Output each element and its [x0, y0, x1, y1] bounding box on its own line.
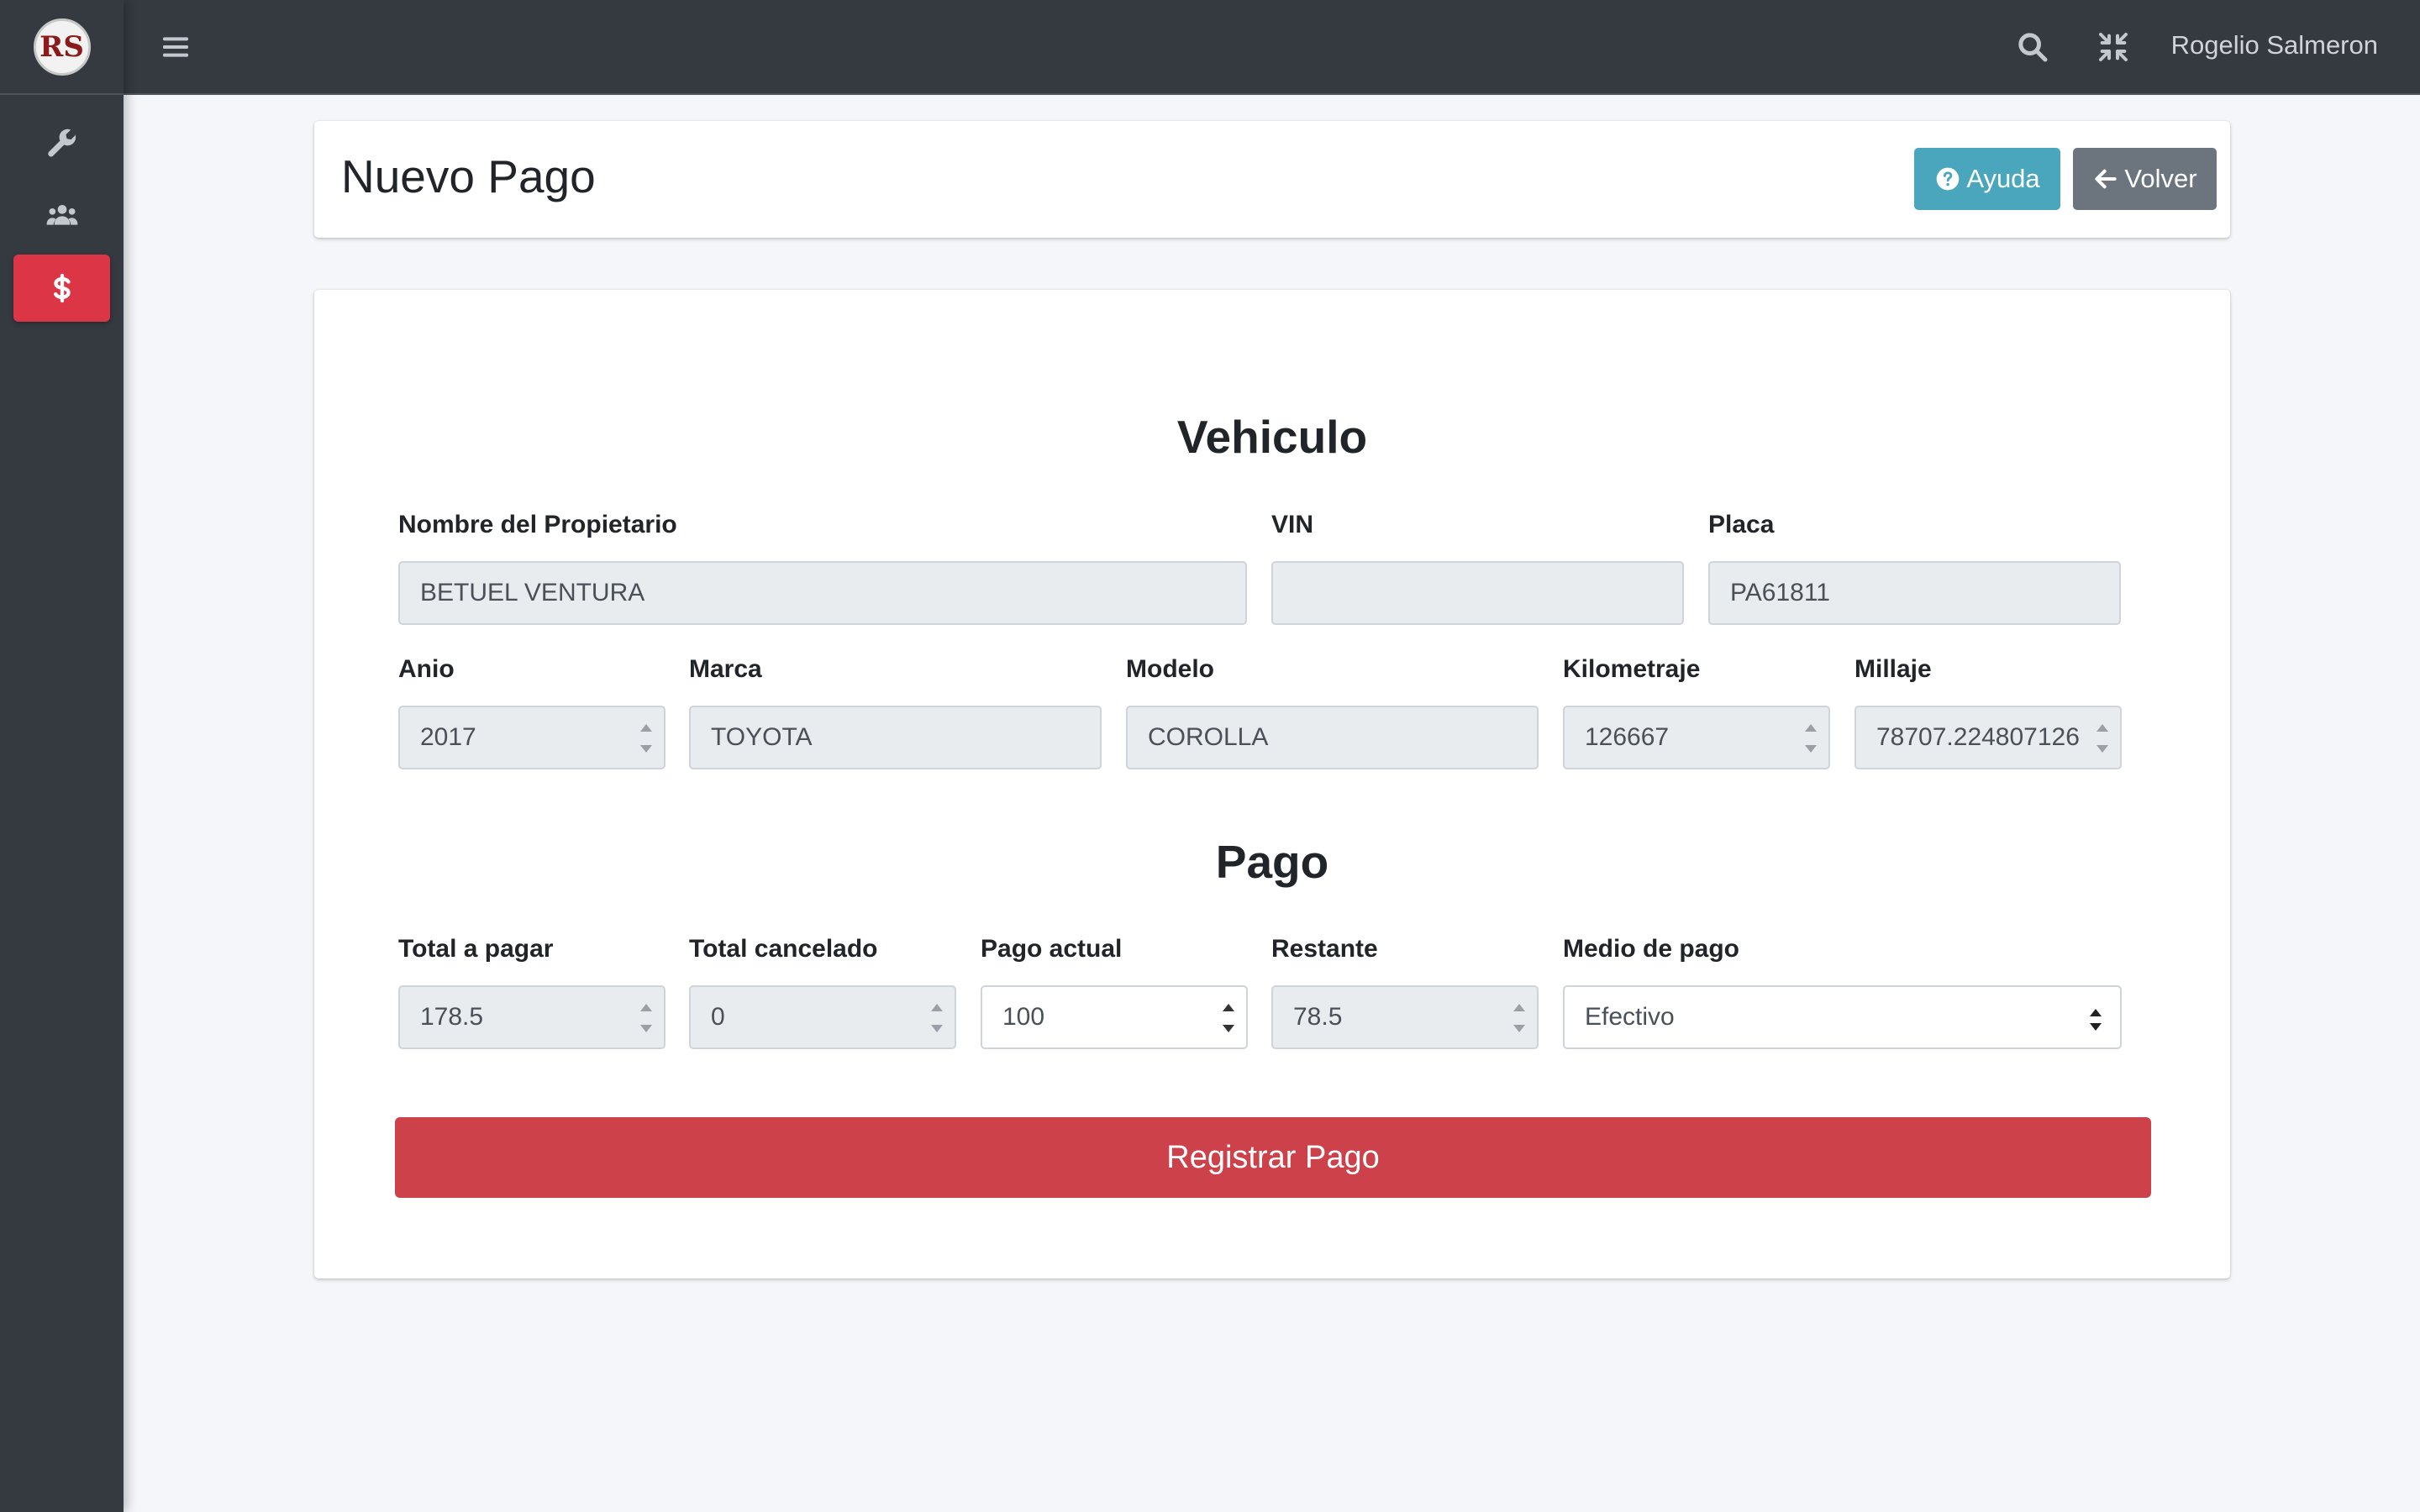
- users-icon: [46, 205, 77, 225]
- payment-method-select[interactable]: Efectivo: [1563, 985, 2122, 1049]
- year-label: Anio: [398, 655, 455, 683]
- remaining-field: 78.5: [1271, 985, 1539, 1049]
- select-arrows-icon: [2090, 1009, 2102, 1031]
- sidebar-item-services[interactable]: [13, 109, 110, 176]
- dollar-icon: [53, 273, 71, 303]
- arrow-left-icon: [2095, 169, 2118, 189]
- current-payment-spinner[interactable]: [1223, 1004, 1234, 1032]
- total-due-value: 178.5: [420, 1003, 484, 1031]
- payment-method-label: Medio de pago: [1563, 935, 1739, 963]
- help-button-label: Ayuda: [1966, 164, 2040, 193]
- model-label: Modelo: [1126, 655, 1214, 683]
- wrench-icon: [47, 129, 76, 157]
- payment-form: Vehiculo Nombre del Propietario BETUEL V…: [314, 290, 2230, 1278]
- payment-method-value: Efectivo: [1585, 1003, 1675, 1031]
- remaining-spinner: [1513, 1004, 1525, 1032]
- back-button-label: Volver: [2124, 164, 2197, 193]
- total-due-label: Total a pagar: [398, 935, 554, 963]
- kilometers-label: Kilometraje: [1563, 655, 1701, 683]
- year-field: 2017: [398, 706, 666, 769]
- plate-value: PA61811: [1730, 579, 1830, 606]
- brand-value: TOYOTA: [711, 723, 813, 751]
- total-due-field: 178.5: [398, 985, 666, 1049]
- kilometers-spinner: [1805, 724, 1817, 753]
- search-icon[interactable]: [2016, 30, 2049, 64]
- kilometers-field: 126667: [1563, 706, 1830, 769]
- register-payment-button[interactable]: Registrar Pago: [395, 1117, 2151, 1198]
- hamburger-menu-icon[interactable]: [159, 30, 192, 64]
- total-due-spinner: [640, 1004, 652, 1032]
- user-name[interactable]: Rogelio Salmeron: [2171, 30, 2378, 60]
- model-field: COROLLA: [1126, 706, 1539, 769]
- mileage-field: 78707.224807126: [1854, 706, 2122, 769]
- model-value: COROLLA: [1148, 723, 1269, 751]
- owner-name-label: Nombre del Propietario: [398, 511, 677, 538]
- vehicle-section-title: Vehiculo: [1176, 411, 1368, 463]
- owner-name-field: BETUEL VENTURA: [398, 561, 1247, 625]
- current-payment-value: 100: [1002, 1003, 1045, 1031]
- brand-field: TOYOTA: [689, 706, 1102, 769]
- year-spinner: [640, 724, 652, 753]
- total-paid-value: 0: [711, 1003, 725, 1031]
- current-payment-input[interactable]: 100: [981, 985, 1248, 1049]
- sidebar: RS: [0, 0, 124, 1512]
- mileage-value: 78707.224807126: [1876, 723, 2080, 751]
- vin-field: [1271, 561, 1684, 625]
- brand[interactable]: RS: [0, 0, 124, 95]
- year-value: 2017: [420, 723, 476, 751]
- page-header: Nuevo Pago Ayuda Volver: [314, 121, 2230, 238]
- mileage-spinner: [2096, 724, 2108, 753]
- back-button[interactable]: Volver: [2073, 148, 2217, 210]
- plate-label: Placa: [1708, 511, 1775, 538]
- total-paid-label: Total cancelado: [689, 935, 878, 963]
- total-paid-field: 0: [689, 985, 956, 1049]
- remaining-label: Restante: [1271, 935, 1378, 963]
- logo[interactable]: RS: [33, 18, 91, 76]
- remaining-value: 78.5: [1293, 1003, 1343, 1031]
- help-button[interactable]: Ayuda: [1914, 148, 2060, 210]
- plate-field: PA61811: [1708, 561, 2121, 625]
- mileage-label: Millaje: [1854, 655, 1932, 683]
- sidebar-item-payments[interactable]: [13, 255, 110, 322]
- vin-label: VIN: [1271, 511, 1314, 538]
- topbar: Rogelio Salmeron: [124, 0, 2420, 95]
- compress-icon[interactable]: [2096, 30, 2130, 64]
- payment-section-title: Pago: [1215, 836, 1329, 888]
- kilometers-value: 126667: [1585, 723, 1670, 751]
- question-circle-icon: [1936, 167, 1960, 191]
- sidebar-item-clients[interactable]: [13, 181, 110, 249]
- page-title: Nuevo Pago: [341, 150, 596, 202]
- brand-label: Marca: [689, 655, 762, 683]
- total-paid-spinner: [931, 1004, 943, 1032]
- current-payment-label: Pago actual: [981, 935, 1123, 963]
- owner-name-value: BETUEL VENTURA: [420, 579, 645, 606]
